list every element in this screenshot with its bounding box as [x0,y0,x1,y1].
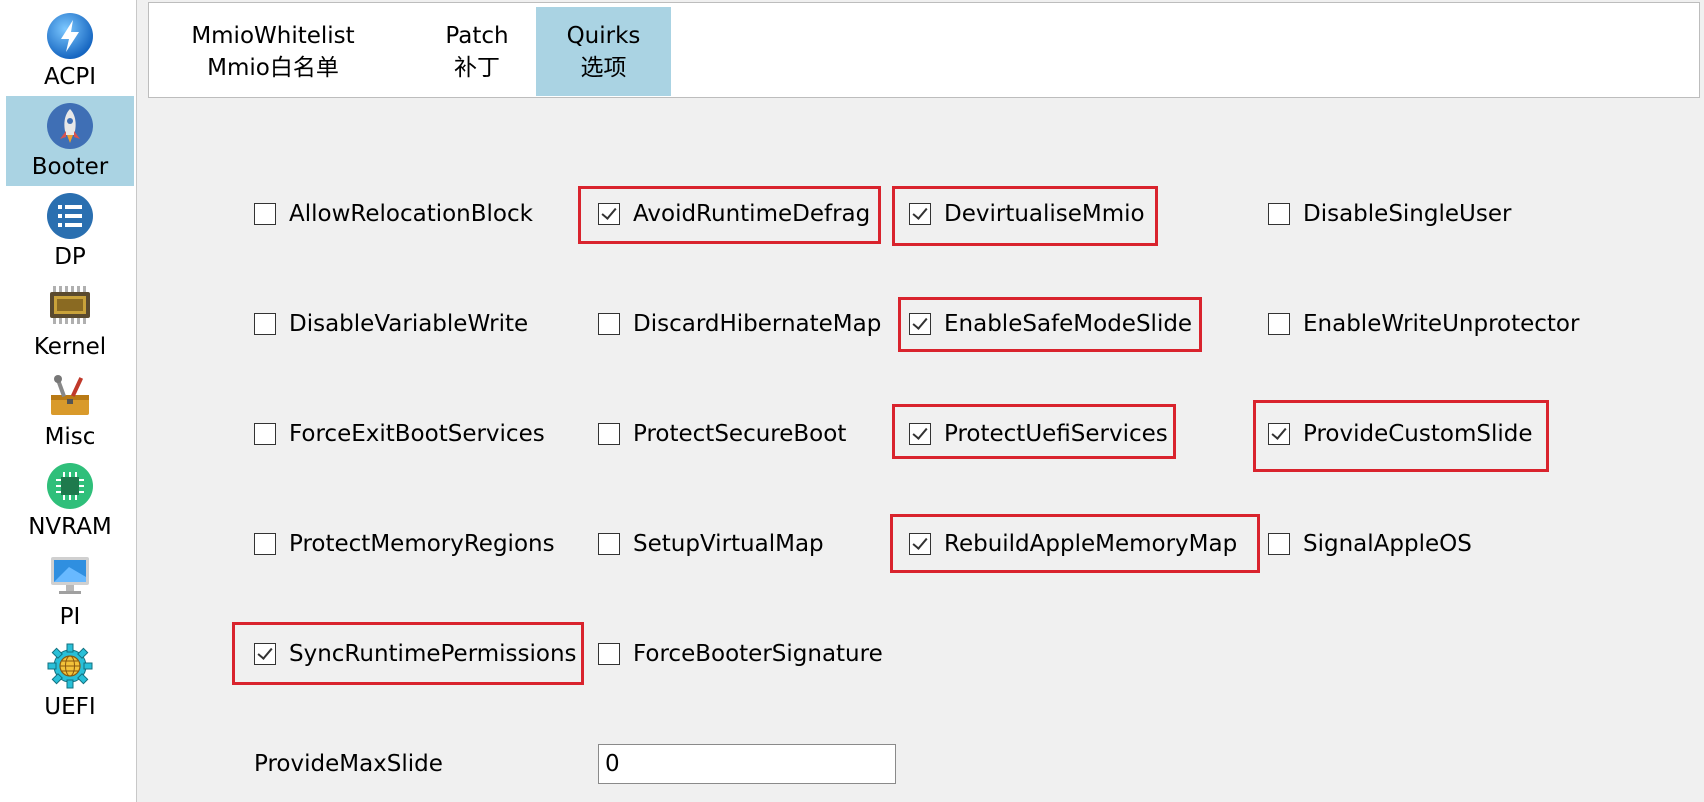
list-icon [47,193,93,239]
rocket-icon [47,103,93,149]
checkbox-label: DevirtualiseMmio [944,201,1145,227]
checkbox[interactable] [1268,533,1290,555]
quirk-discard-hibernate-map[interactable]: DiscardHibernateMap [598,304,881,344]
sidebar-item-label: DP [54,244,86,270]
quirk-setup-virtual-map[interactable]: SetupVirtualMap [598,524,824,564]
checkbox-label: DiscardHibernateMap [633,311,882,337]
tab-patch[interactable]: Patch 补丁 [419,7,535,96]
tab-title: Quirks [566,22,641,49]
toolbox-icon [51,375,89,415]
checkbox-label: DisableVariableWrite [289,311,529,337]
tab-mmio-whitelist[interactable]: MmioWhitelist Mmio白名单 [189,7,357,96]
checkbox-label: RebuildAppleMemoryMap [944,531,1238,557]
lightning-icon [47,13,93,59]
quirk-force-exit-boot-services[interactable]: ForceExitBootServices [254,414,545,454]
chip-icon [50,286,90,324]
sidebar-item-label: ACPI [43,64,97,90]
sidebar-item-label: Kernel [33,334,107,360]
sidebar-item-pi[interactable]: PI [6,546,134,636]
memory-chip-icon [47,463,93,509]
checkbox-label: DisableSingleUser [1303,201,1512,227]
quirk-allow-relocation-block[interactable]: AllowRelocationBlock [254,194,533,234]
checkbox[interactable] [598,533,620,555]
quirk-avoid-runtime-defrag[interactable]: AvoidRuntimeDefrag [598,194,870,234]
quirk-disable-variable-write[interactable]: DisableVariableWrite [254,304,528,344]
gear-globe-icon [47,643,93,689]
tab-bar: MmioWhitelist Mmio白名单 Patch 补丁 Quirks 选项 [148,2,1700,98]
quirk-protect-uefi-services[interactable]: ProtectUefiServices [909,414,1168,454]
quirk-enable-safe-mode-slide[interactable]: EnableSafeModeSlide [909,304,1192,344]
checkbox-label: AllowRelocationBlock [289,201,533,227]
checkbox-label: ForceExitBootServices [289,421,545,447]
checkbox-label: EnableWriteUnprotector [1303,311,1580,337]
sidebar-item-kernel[interactable]: Kernel [6,276,134,366]
quirk-sync-runtime-permissions[interactable]: SyncRuntimePermissions [254,634,577,674]
checkbox[interactable] [598,643,620,665]
checkbox[interactable] [598,313,620,335]
checkbox-label: ProtectMemoryRegions [289,531,555,557]
sidebar-item-uefi[interactable]: UEFI [6,636,134,726]
tab-subtitle: Mmio白名单 [207,54,339,81]
checkbox[interactable] [598,423,620,445]
checkbox-label: ProtectUefiServices [944,421,1168,447]
checkbox[interactable] [909,533,931,555]
quirk-provide-custom-slide[interactable]: ProvideCustomSlide [1268,414,1532,454]
checkbox[interactable] [254,643,276,665]
checkbox-label: SignalAppleOS [1303,531,1472,557]
monitor-icon [51,557,89,594]
checkbox[interactable] [1268,313,1290,335]
sidebar-item-label: NVRAM [28,514,112,540]
checkbox[interactable] [254,313,276,335]
provide-max-slide-label: ProvideMaxSlide [254,751,443,777]
tab-quirks[interactable]: Quirks 选项 [536,7,671,96]
sidebar-item-acpi[interactable]: ACPI [6,6,134,96]
checkbox[interactable] [1268,203,1290,225]
quirk-disable-single-user[interactable]: DisableSingleUser [1268,194,1511,234]
checkbox-label: EnableSafeModeSlide [944,311,1193,337]
checkbox[interactable] [598,203,620,225]
checkbox[interactable] [909,203,931,225]
quirk-enable-write-unprotector[interactable]: EnableWriteUnprotector [1268,304,1579,344]
sidebar-item-label: UEFI [44,694,96,720]
provide-max-slide-input[interactable] [598,744,896,784]
sidebar-item-dp[interactable]: DP [6,186,134,276]
quirk-devirtualise-mmio[interactable]: DevirtualiseMmio [909,194,1145,234]
quirk-protect-memory-regions[interactable]: ProtectMemoryRegions [254,524,555,564]
quirk-force-booter-signature[interactable]: ForceBooterSignature [598,634,883,674]
sidebar: ACPI Booter DP Kernel Misc NVRAM PI UEFI [0,0,137,802]
sidebar-item-booter[interactable]: Booter [6,96,134,186]
checkbox-label: AvoidRuntimeDefrag [633,201,871,227]
checkbox-label: ProtectSecureBoot [633,421,847,447]
tab-subtitle: 补丁 [454,54,500,81]
sidebar-item-nvram[interactable]: NVRAM [6,456,134,546]
tab-title: MmioWhitelist [191,22,355,49]
sidebar-item-label: Booter [31,154,109,180]
checkbox-label: SetupVirtualMap [633,531,824,557]
checkbox[interactable] [254,423,276,445]
tab-title: Patch [445,22,509,49]
checkbox[interactable] [254,533,276,555]
quirk-rebuild-apple-memory-map[interactable]: RebuildAppleMemoryMap [909,524,1237,564]
sidebar-item-misc[interactable]: Misc [6,366,134,456]
checkbox-label: ProvideCustomSlide [1303,421,1533,447]
checkbox[interactable] [254,203,276,225]
sidebar-item-label: Misc [44,424,96,450]
checkbox[interactable] [1268,423,1290,445]
checkbox-label: ForceBooterSignature [633,641,883,667]
checkbox[interactable] [909,313,931,335]
quirk-signal-apple-os[interactable]: SignalAppleOS [1268,524,1472,564]
checkbox-label: SyncRuntimePermissions [289,641,577,667]
quirk-protect-secure-boot[interactable]: ProtectSecureBoot [598,414,846,454]
tab-subtitle: 选项 [580,54,627,81]
sidebar-item-label: PI [59,604,81,630]
checkbox[interactable] [909,423,931,445]
